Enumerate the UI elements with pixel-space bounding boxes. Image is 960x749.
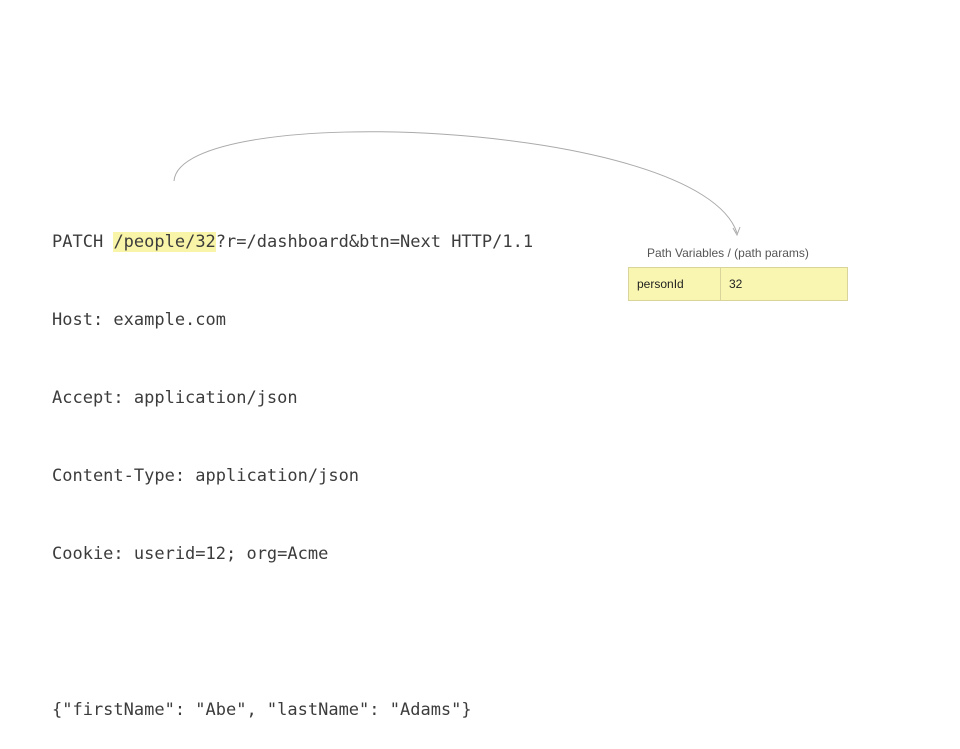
path-variables-table: personId 32	[628, 267, 848, 301]
arrowhead-icon	[732, 226, 741, 237]
header-host: Host: example.com	[52, 310, 226, 330]
param-value-cell: 32	[720, 267, 848, 301]
header-accept: Accept: application/json	[52, 388, 298, 408]
header-content-type: Content-Type: application/json	[52, 466, 360, 486]
path-variables-panel: Path Variables / (path params) personId …	[628, 244, 848, 301]
header-cookie: Cookie: userid=12; org=Acme	[52, 544, 329, 564]
table-row: personId 32	[628, 267, 848, 301]
request-path: /people/32	[113, 232, 216, 252]
path-variables-caption: Path Variables / (path params)	[647, 246, 809, 260]
http-request: PATCH /people/32?r=/dashboard&btn=Next H…	[52, 177, 533, 749]
request-query-version: ?r=/dashboard&btn=Next HTTP/1.1	[215, 232, 534, 252]
request-method: PATCH	[52, 232, 104, 252]
request-line: PATCH /people/32?r=/dashboard&btn=Next H…	[52, 229, 533, 255]
request-body: {"firstName": "Abe", "lastName": "Adams"…	[52, 700, 472, 720]
param-name-cell: personId	[628, 267, 721, 301]
